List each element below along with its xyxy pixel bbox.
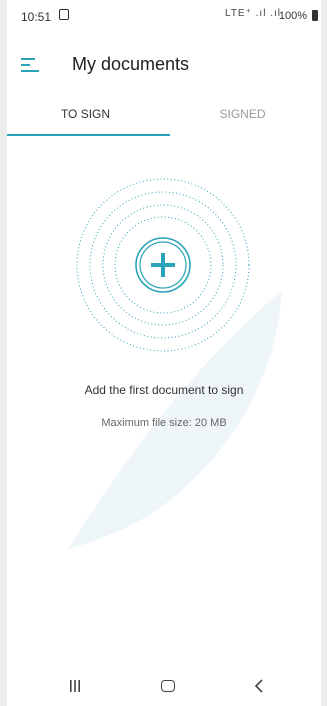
tab-signed[interactable]: SIGNED	[164, 96, 321, 136]
tab-bar: TO SIGN SIGNED	[7, 96, 321, 138]
screen: 10:51 LTE⁺ .ıl .ıl 100% My documents TO …	[7, 0, 321, 706]
status-bar: 10:51 LTE⁺ .ıl .ıl 100%	[7, 0, 321, 32]
page-title: My documents	[72, 54, 190, 74]
system-nav-bar	[7, 668, 321, 706]
back-icon[interactable]	[253, 678, 265, 694]
file-size-hint: Maximum file size: 20 MB	[101, 417, 227, 429]
home-icon[interactable]	[161, 680, 175, 692]
battery-percent: 100%	[278, 10, 307, 22]
battery-icon	[312, 10, 318, 21]
add-document-button[interactable]	[135, 237, 191, 293]
empty-state-message: Add the first document to sign	[84, 383, 244, 397]
tab-to-sign[interactable]: TO SIGN	[7, 96, 164, 136]
tab-active-indicator	[7, 134, 170, 136]
device-frame-left	[0, 0, 7, 706]
status-time: 10:51	[21, 10, 52, 24]
device-frame-right	[321, 0, 327, 706]
notification-icon	[59, 9, 69, 20]
network-signal-icon: LTE⁺ .ıl .ıl	[225, 8, 281, 19]
add-document-area	[68, 170, 258, 360]
recent-apps-icon[interactable]	[69, 680, 81, 692]
menu-icon[interactable]	[20, 56, 40, 74]
app-bar: My documents	[7, 40, 321, 90]
